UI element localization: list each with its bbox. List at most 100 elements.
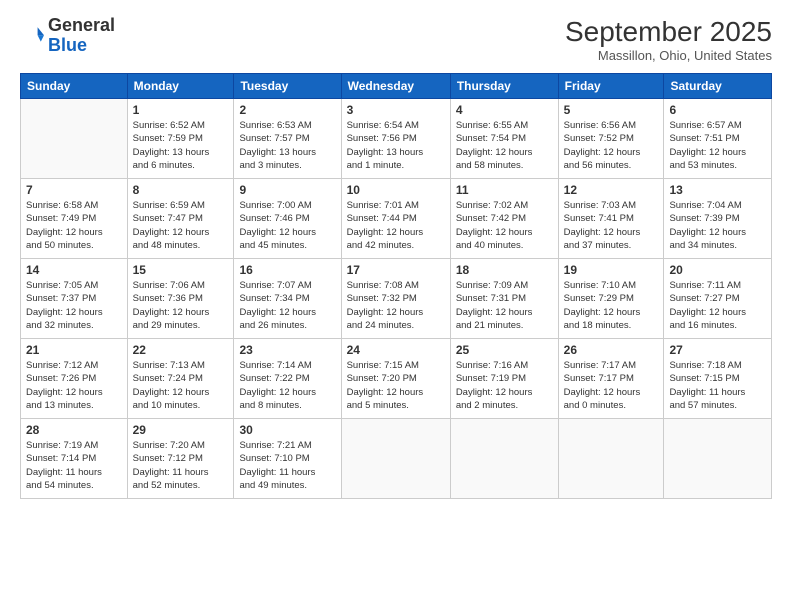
day-number: 15: [133, 263, 229, 277]
calendar-cell: 15 Sunrise: 7:06 AM Sunset: 7:36 PM Dayli…: [127, 259, 234, 339]
header-sunday: Sunday: [21, 74, 128, 99]
day-number: 16: [239, 263, 335, 277]
header-wednesday: Wednesday: [341, 74, 450, 99]
day-info: Sunrise: 6:54 AM Sunset: 7:56 PM Dayligh…: [347, 119, 445, 172]
calendar-cell: 3 Sunrise: 6:54 AM Sunset: 7:56 PM Daylig…: [341, 99, 450, 179]
calendar-cell: [664, 419, 772, 499]
calendar-cell: 9 Sunrise: 7:00 AM Sunset: 7:46 PM Daylig…: [234, 179, 341, 259]
calendar-cell: 1Sunrise: 6:52 AM Sunset: 7:59 PM Daylig…: [127, 99, 234, 179]
calendar-week-1: 1Sunrise: 6:52 AM Sunset: 7:59 PM Daylig…: [21, 99, 772, 179]
day-number: 20: [669, 263, 766, 277]
location: Massillon, Ohio, United States: [565, 48, 772, 63]
calendar-cell: 12Sunrise: 7:03 AM Sunset: 7:41 PM Dayli…: [558, 179, 664, 259]
day-info: Sunrise: 7:21 AM Sunset: 7:10 PM Dayligh…: [239, 439, 335, 492]
logo-blue: Blue: [48, 35, 87, 55]
calendar-cell: 7 Sunrise: 6:58 AM Sunset: 7:49 PM Daylig…: [21, 179, 128, 259]
day-number: 2: [239, 103, 335, 117]
calendar-cell: 10 Sunrise: 7:01 AM Sunset: 7:44 PM Dayli…: [341, 179, 450, 259]
calendar-cell: 8Sunrise: 6:59 AM Sunset: 7:47 PM Daylig…: [127, 179, 234, 259]
day-number: 13: [669, 183, 766, 197]
calendar-cell: [341, 419, 450, 499]
calendar-cell: 18 Sunrise: 7:09 AM Sunset: 7:31 PM Dayli…: [450, 259, 558, 339]
day-number: 3: [347, 103, 445, 117]
day-number: 23: [239, 343, 335, 357]
day-number: 19: [564, 263, 659, 277]
day-number: 7: [26, 183, 122, 197]
header-friday: Friday: [558, 74, 664, 99]
header-saturday: Saturday: [664, 74, 772, 99]
calendar-cell: 19 Sunrise: 7:10 AM Sunset: 7:29 PM Dayli…: [558, 259, 664, 339]
day-number: 11: [456, 183, 553, 197]
calendar-cell: 27 Sunrise: 7:18 AM Sunset: 7:15 PM Dayli…: [664, 339, 772, 419]
day-info: Sunrise: 6:58 AM Sunset: 7:49 PM Dayligh…: [26, 199, 122, 252]
header-tuesday: Tuesday: [234, 74, 341, 99]
day-info: Sunrise: 7:02 AM Sunset: 7:42 PM Dayligh…: [456, 199, 553, 252]
day-number: 10: [347, 183, 445, 197]
day-info: Sunrise: 7:05 AM Sunset: 7:37 PM Dayligh…: [26, 279, 122, 332]
calendar-cell: 5Sunrise: 6:56 AM Sunset: 7:52 PM Daylig…: [558, 99, 664, 179]
logo: General Blue: [20, 16, 115, 56]
day-info: Sunrise: 7:18 AM Sunset: 7:15 PM Dayligh…: [669, 359, 766, 412]
day-number: 28: [26, 423, 122, 437]
day-info: Sunrise: 7:01 AM Sunset: 7:44 PM Dayligh…: [347, 199, 445, 252]
day-info: Sunrise: 7:17 AM Sunset: 7:17 PM Dayligh…: [564, 359, 659, 412]
day-info: Sunrise: 7:00 AM Sunset: 7:46 PM Dayligh…: [239, 199, 335, 252]
calendar-header-row: Sunday Monday Tuesday Wednesday Thursday…: [21, 74, 772, 99]
day-info: Sunrise: 6:55 AM Sunset: 7:54 PM Dayligh…: [456, 119, 553, 172]
day-number: 30: [239, 423, 335, 437]
calendar-cell: 6Sunrise: 6:57 AM Sunset: 7:51 PM Daylig…: [664, 99, 772, 179]
calendar-cell: [450, 419, 558, 499]
day-number: 1: [133, 103, 229, 117]
header-monday: Monday: [127, 74, 234, 99]
calendar-cell: 22 Sunrise: 7:13 AM Sunset: 7:24 PM Dayli…: [127, 339, 234, 419]
logo-text: General Blue: [48, 16, 115, 56]
day-number: 25: [456, 343, 553, 357]
calendar-table: Sunday Monday Tuesday Wednesday Thursday…: [20, 73, 772, 499]
day-number: 21: [26, 343, 122, 357]
day-number: 26: [564, 343, 659, 357]
calendar-cell: 21 Sunrise: 7:12 AM Sunset: 7:26 PM Dayli…: [21, 339, 128, 419]
day-number: 22: [133, 343, 229, 357]
calendar-cell: 16 Sunrise: 7:07 AM Sunset: 7:34 PM Dayli…: [234, 259, 341, 339]
day-info: Sunrise: 7:07 AM Sunset: 7:34 PM Dayligh…: [239, 279, 335, 332]
logo-icon: [20, 24, 44, 48]
day-info: Sunrise: 7:15 AM Sunset: 7:20 PM Dayligh…: [347, 359, 445, 412]
day-info: Sunrise: 7:09 AM Sunset: 7:31 PM Dayligh…: [456, 279, 553, 332]
day-info: Sunrise: 7:10 AM Sunset: 7:29 PM Dayligh…: [564, 279, 659, 332]
day-number: 27: [669, 343, 766, 357]
calendar-cell: 2Sunrise: 6:53 AM Sunset: 7:57 PM Daylig…: [234, 99, 341, 179]
day-number: 18: [456, 263, 553, 277]
calendar-cell: 24 Sunrise: 7:15 AM Sunset: 7:20 PM Dayli…: [341, 339, 450, 419]
calendar-cell: 25 Sunrise: 7:16 AM Sunset: 7:19 PM Dayli…: [450, 339, 558, 419]
day-number: 12: [564, 183, 659, 197]
day-number: 14: [26, 263, 122, 277]
day-number: 24: [347, 343, 445, 357]
day-info: Sunrise: 7:14 AM Sunset: 7:22 PM Dayligh…: [239, 359, 335, 412]
calendar-cell: [558, 419, 664, 499]
day-number: 5: [564, 103, 659, 117]
calendar-cell: 20Sunrise: 7:11 AM Sunset: 7:27 PM Dayli…: [664, 259, 772, 339]
day-info: Sunrise: 7:19 AM Sunset: 7:14 PM Dayligh…: [26, 439, 122, 492]
title-block: September 2025 Massillon, Ohio, United S…: [565, 16, 772, 63]
calendar-cell: 23 Sunrise: 7:14 AM Sunset: 7:22 PM Dayli…: [234, 339, 341, 419]
calendar-week-2: 7 Sunrise: 6:58 AM Sunset: 7:49 PM Daylig…: [21, 179, 772, 259]
logo-general: General: [48, 15, 115, 35]
calendar-week-5: 28 Sunrise: 7:19 AM Sunset: 7:14 PM Dayli…: [21, 419, 772, 499]
calendar-cell: [21, 99, 128, 179]
day-info: Sunrise: 7:12 AM Sunset: 7:26 PM Dayligh…: [26, 359, 122, 412]
header: General Blue September 2025 Massillon, O…: [20, 16, 772, 63]
day-info: Sunrise: 7:04 AM Sunset: 7:39 PM Dayligh…: [669, 199, 766, 252]
day-number: 9: [239, 183, 335, 197]
day-info: Sunrise: 7:06 AM Sunset: 7:36 PM Dayligh…: [133, 279, 229, 332]
calendar-cell: 30 Sunrise: 7:21 AM Sunset: 7:10 PM Dayli…: [234, 419, 341, 499]
page: General Blue September 2025 Massillon, O…: [0, 0, 792, 612]
calendar-cell: 4Sunrise: 6:55 AM Sunset: 7:54 PM Daylig…: [450, 99, 558, 179]
day-info: Sunrise: 7:16 AM Sunset: 7:19 PM Dayligh…: [456, 359, 553, 412]
day-info: Sunrise: 7:13 AM Sunset: 7:24 PM Dayligh…: [133, 359, 229, 412]
day-number: 17: [347, 263, 445, 277]
header-thursday: Thursday: [450, 74, 558, 99]
calendar-week-3: 14 Sunrise: 7:05 AM Sunset: 7:37 PM Dayli…: [21, 259, 772, 339]
calendar-cell: 29Sunrise: 7:20 AM Sunset: 7:12 PM Dayli…: [127, 419, 234, 499]
calendar-cell: 17Sunrise: 7:08 AM Sunset: 7:32 PM Dayli…: [341, 259, 450, 339]
calendar-cell: 26 Sunrise: 7:17 AM Sunset: 7:17 PM Dayli…: [558, 339, 664, 419]
